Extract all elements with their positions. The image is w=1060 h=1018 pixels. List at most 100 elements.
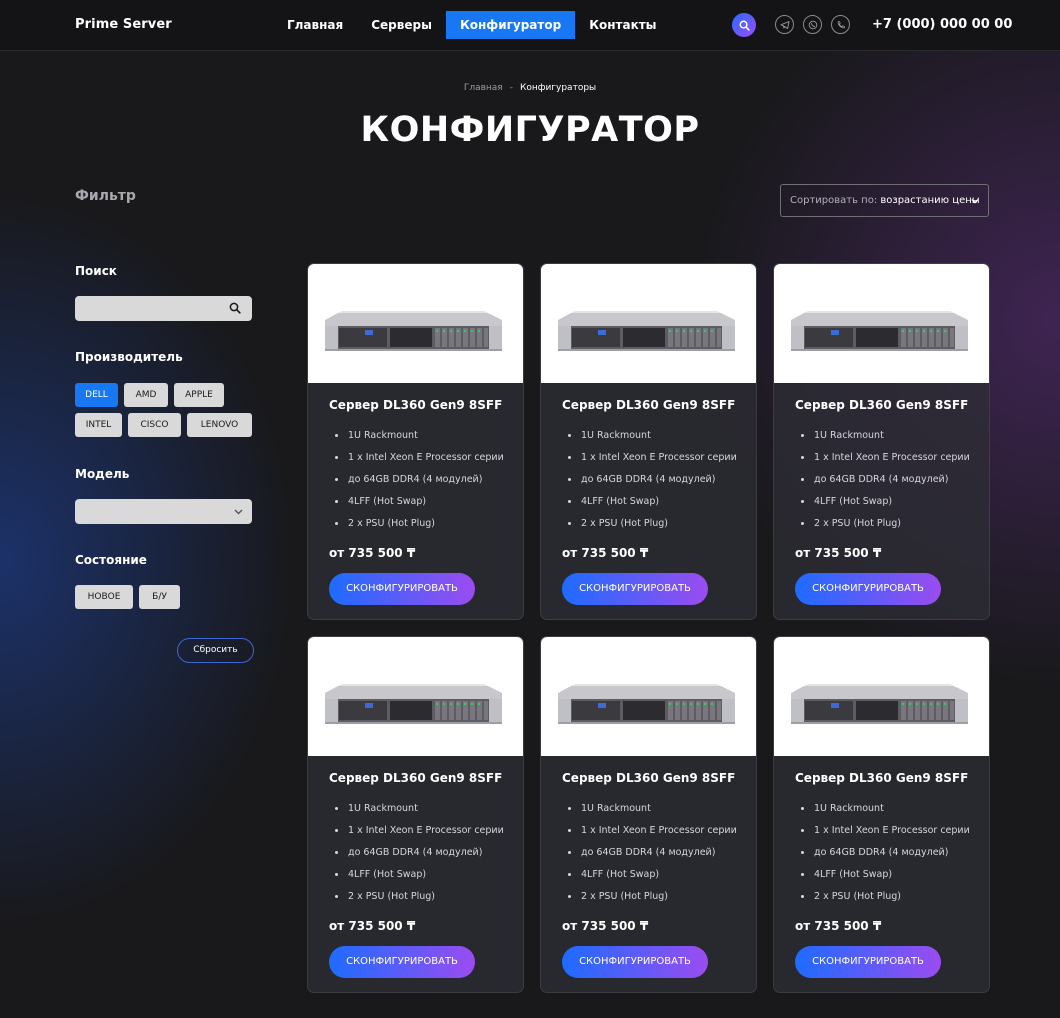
condition-label: Состояние [75,553,147,567]
manufacturer-chip-lenovo[interactable]: LENOVO [187,413,252,437]
product-name[interactable]: Сервер DL360 Gen9 8SFF [795,771,968,785]
spec-item: 2 x PSU (Hot Plug) [801,515,970,537]
product-image[interactable] [774,637,989,756]
sort-prefix: Сортировать по: [790,195,878,206]
product-price: от 735 500 ₸ [329,546,416,560]
breadcrumb-current: Конфигураторы [519,83,597,93]
server-image [558,684,735,724]
product-specs: 1U Rackmount 1 x Intel Xeon E Processor … [568,427,737,537]
spec-item: 1 x Intel Xeon E Processor серии [335,822,504,844]
search-input[interactable] [75,296,252,321]
manufacturer-chip-dell[interactable]: DELL [75,383,118,407]
phone-button[interactable] [831,15,850,34]
spec-item: 4LFF (Hot Swap) [568,493,737,515]
product-image[interactable] [541,637,756,756]
spec-item: 1U Rackmount [801,800,970,822]
manufacturer-chip-amd[interactable]: AMD [124,383,168,407]
server-image [325,311,502,351]
spec-item: 1U Rackmount [568,800,737,822]
product-name[interactable]: Сервер DL360 Gen9 8SFF [562,398,735,412]
whatsapp-button[interactable] [803,15,822,34]
logo[interactable]: Prime Server [75,17,172,32]
product-name[interactable]: Сервер DL360 Gen9 8SFF [795,398,968,412]
condition-chip-new[interactable]: НОВОЕ [75,585,133,609]
product-price: от 735 500 ₸ [562,919,649,933]
nav-configurator[interactable]: Конфигуратор [445,11,576,39]
configure-button[interactable]: СКОНФИГУРИРОВАТЬ [795,573,941,605]
product-price: от 735 500 ₸ [795,919,882,933]
search-icon [739,20,750,31]
sort-select[interactable]: Сортировать по: возрастанию цены [780,184,989,217]
product-card[interactable]: Сервер DL360 Gen9 8SFF 1U Rackmount 1 x … [773,636,990,993]
product-specs: 1U Rackmount 1 x Intel Xeon E Processor … [335,800,504,910]
spec-item: 1 x Intel Xeon E Processor серии [568,449,737,471]
product-price: от 735 500 ₸ [329,919,416,933]
search-label: Поиск [75,264,117,278]
chevron-down-icon [234,509,243,515]
spec-item: до 64GB DDR4 (4 модулей) [801,844,970,866]
configure-button[interactable]: СКОНФИГУРИРОВАТЬ [329,573,475,605]
product-specs: 1U Rackmount 1 x Intel Xeon E Processor … [801,800,970,910]
manufacturer-chip-cisco[interactable]: CISCO [128,413,181,437]
spec-item: 1U Rackmount [801,427,970,449]
spec-item: до 64GB DDR4 (4 модулей) [335,844,504,866]
model-select[interactable] [75,499,252,524]
spec-item: 1U Rackmount [568,427,737,449]
sort-value: возрастанию цены [880,195,980,206]
product-card[interactable]: Сервер DL360 Gen9 8SFF 1U Rackmount 1 x … [540,263,757,620]
nav-home[interactable]: Главная [273,11,357,39]
reset-button[interactable]: Сбросить [177,638,254,663]
product-card[interactable]: Сервер DL360 Gen9 8SFF 1U Rackmount 1 x … [540,636,757,993]
product-image[interactable] [541,264,756,383]
site-header: Prime Server Главная Серверы Конфигурато… [0,0,1060,51]
product-price: от 735 500 ₸ [562,546,649,560]
product-name[interactable]: Сервер DL360 Gen9 8SFF [329,398,502,412]
whatsapp-icon [808,20,817,29]
product-card[interactable]: Сервер DL360 Gen9 8SFF 1U Rackmount 1 x … [773,263,990,620]
product-image[interactable] [774,264,989,383]
spec-item: 4LFF (Hot Swap) [801,493,970,515]
product-specs: 1U Rackmount 1 x Intel Xeon E Processor … [801,427,970,537]
product-card[interactable]: Сервер DL360 Gen9 8SFF 1U Rackmount 1 x … [307,263,524,620]
spec-item: 1U Rackmount [335,427,504,449]
spec-item: 2 x PSU (Hot Plug) [801,888,970,910]
nav-servers[interactable]: Серверы [357,11,446,39]
manufacturer-chip-apple[interactable]: APPLE [174,383,224,407]
product-card[interactable]: Сервер DL360 Gen9 8SFF 1U Rackmount 1 x … [307,636,524,993]
product-specs: 1U Rackmount 1 x Intel Xeon E Processor … [335,427,504,537]
condition-chip-used[interactable]: Б/У [139,585,180,609]
configure-button[interactable]: СКОНФИГУРИРОВАТЬ [795,946,941,978]
configure-button[interactable]: СКОНФИГУРИРОВАТЬ [562,573,708,605]
main-nav: Главная Серверы Конфигуратор Контакты [273,11,671,39]
model-label: Модель [75,467,130,481]
server-image [791,311,968,351]
configure-button[interactable]: СКОНФИГУРИРОВАТЬ [562,946,708,978]
page-title: КОНФИГУРАТОР [360,110,700,150]
spec-item: 4LFF (Hot Swap) [568,866,737,888]
configure-button[interactable]: СКОНФИГУРИРОВАТЬ [329,946,475,978]
telegram-icon [780,20,789,29]
spec-item: до 64GB DDR4 (4 модулей) [801,471,970,493]
spec-item: 1 x Intel Xeon E Processor серии [801,449,970,471]
spec-item: 1 x Intel Xeon E Processor серии [335,449,504,471]
chevron-down-icon [971,199,979,204]
header-phone[interactable]: +7 (000) 000 00 00 [872,17,1012,32]
server-image [791,684,968,724]
product-image[interactable] [308,637,523,756]
product-name[interactable]: Сервер DL360 Gen9 8SFF [562,771,735,785]
product-name[interactable]: Сервер DL360 Gen9 8SFF [329,771,502,785]
spec-item: 2 x PSU (Hot Plug) [568,515,737,537]
product-image[interactable] [308,264,523,383]
search-icon[interactable] [229,302,241,314]
telegram-button[interactable] [775,15,794,34]
spec-item: 2 x PSU (Hot Plug) [568,888,737,910]
header-search-button[interactable] [732,13,756,37]
breadcrumb-home[interactable]: Главная [464,83,503,93]
product-specs: 1U Rackmount 1 x Intel Xeon E Processor … [568,800,737,910]
nav-contacts[interactable]: Контакты [575,11,670,39]
manufacturer-chip-intel[interactable]: INTEL [75,413,122,437]
spec-item: 4LFF (Hot Swap) [801,866,970,888]
spec-item: до 64GB DDR4 (4 модулей) [568,844,737,866]
server-image [325,684,502,724]
spec-item: 1U Rackmount [335,800,504,822]
